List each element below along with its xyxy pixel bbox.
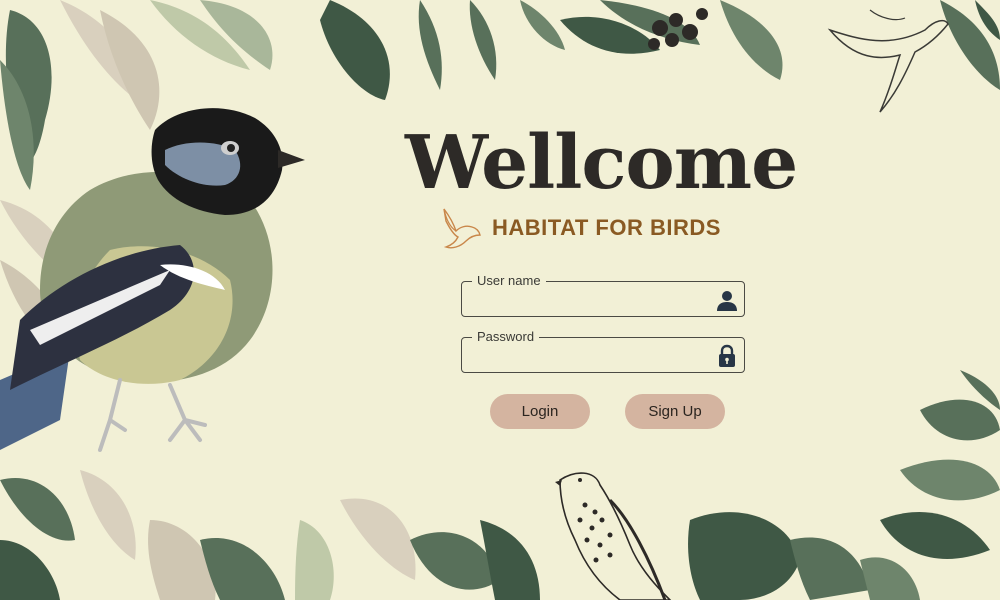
- password-input[interactable]: [472, 344, 712, 368]
- page-title: Wellcome: [405, 120, 798, 206]
- top-right-leaves: [720, 0, 1000, 113]
- password-field[interactable]: Password: [461, 329, 745, 373]
- bottom-leaves: [0, 470, 920, 600]
- top-center-leaves: [320, 0, 708, 100]
- right-leaves: [880, 370, 1000, 559]
- great-tit-illustration: [0, 108, 305, 452]
- brand-row: HABITAT FOR BIRDS: [440, 204, 721, 252]
- username-field[interactable]: User name: [461, 273, 745, 317]
- username-label: User name: [472, 273, 546, 289]
- person-icon: [717, 291, 737, 311]
- login-button[interactable]: Login: [490, 394, 590, 429]
- username-input[interactable]: [472, 288, 712, 312]
- dove-icon: [443, 208, 481, 249]
- login-screen: Wellcome HABITAT FOR BIRDS User name Pas…: [0, 0, 1000, 600]
- signup-button[interactable]: Sign Up: [625, 394, 725, 429]
- brand-subtitle: HABITAT FOR BIRDS: [492, 215, 721, 240]
- lock-icon: [719, 344, 735, 367]
- password-label: Password: [472, 329, 540, 345]
- thrush-illustration: [555, 472, 672, 600]
